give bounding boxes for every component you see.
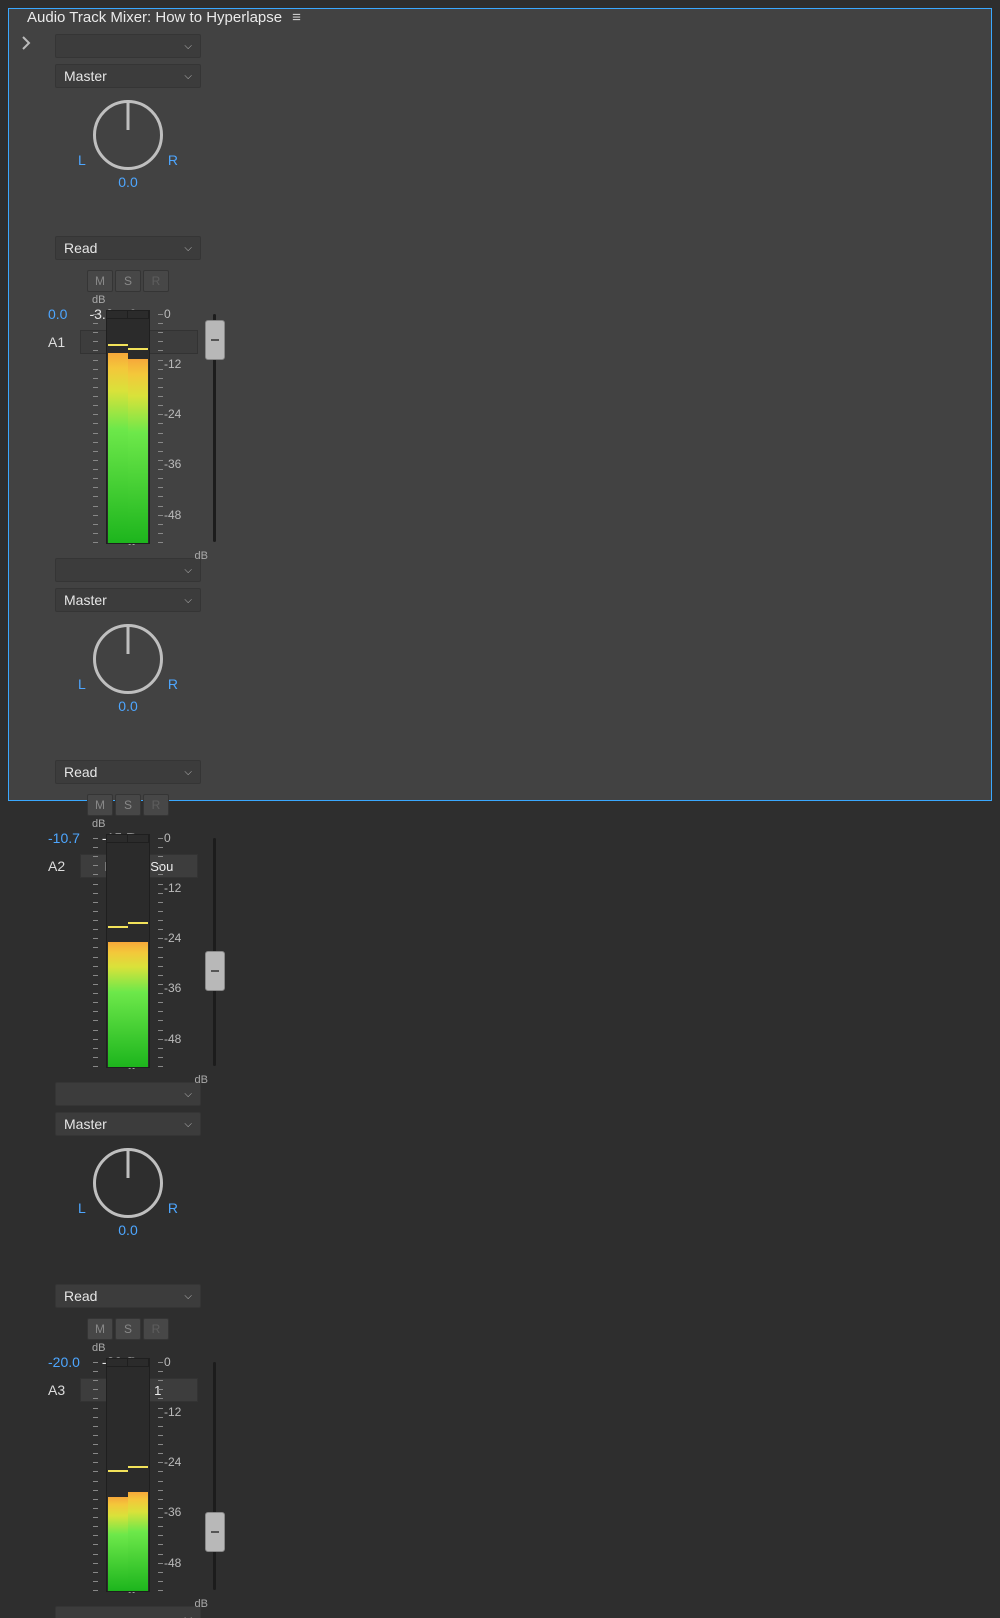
db-label: dB [164, 1074, 208, 1086]
pan-right-label: R [168, 152, 178, 168]
track-A2: ⌵ Master⌵ L R 0.0 Read⌵ M S R dB 630-3-12… [43, 558, 213, 1618]
pan-left-label: L [78, 152, 86, 168]
pan-value[interactable]: 0.0 [118, 174, 137, 190]
db-label: dB [92, 294, 136, 306]
volume-fader[interactable] [205, 1512, 225, 1552]
pan-left-label: L [78, 676, 86, 692]
pan-left-label: L [78, 1200, 86, 1216]
level-meter [106, 310, 150, 544]
pan-knob[interactable] [93, 624, 163, 694]
track-A3: ⌵ Master⌵ L R 0.0 Read⌵ M S R dB 630-3-12… [43, 1082, 213, 1618]
mute-button[interactable]: M [87, 794, 113, 816]
db-label: dB [92, 1342, 136, 1354]
automation-mode-dropdown[interactable]: Read⌵ [55, 1284, 201, 1308]
pan-value[interactable]: 0.0 [118, 1222, 137, 1238]
level-meter [106, 1358, 150, 1592]
audio-track-mixer-panel: Audio Track Mixer: How to Hyperlapse ≡ ⌵… [8, 8, 992, 801]
record-enable-button[interactable]: R [143, 1318, 169, 1340]
chevron-down-icon: ⌵ [184, 1119, 192, 1130]
chevron-down-icon: ⌵ [184, 41, 192, 52]
fader-scale: dB 630-3-12-21-∞ [48, 300, 92, 558]
fader-scale: dB 630-3-12-21-∞ [48, 824, 92, 1082]
pan-value[interactable]: 0.0 [118, 698, 137, 714]
chevron-down-icon: ⌵ [184, 595, 192, 606]
record-enable-button[interactable]: R [143, 270, 169, 292]
output-routing-dropdown[interactable]: Master⌵ [55, 64, 201, 88]
pan-knob[interactable] [93, 1148, 163, 1218]
volume-fader[interactable] [205, 320, 225, 360]
panel-header: Audio Track Mixer: How to Hyperlapse ≡ [9, 9, 991, 26]
db-label: dB [164, 550, 208, 562]
pan-knob[interactable] [93, 100, 163, 170]
send-assignment-dropdown[interactable]: ⌵ [55, 34, 201, 58]
meter-scale: dB 0-12-24-36-48 [164, 824, 208, 1082]
track-A1: ⌵ Master⌵ L R 0.0 Read⌵ M S R dB 630-3-12… [43, 34, 213, 1618]
automation-mode-dropdown[interactable]: Read⌵ [55, 236, 201, 260]
pan-right-label: R [168, 676, 178, 692]
chevron-down-icon: ⌵ [184, 71, 192, 82]
chevron-down-icon: ⌵ [184, 1613, 192, 1618]
chevron-down-icon: ⌵ [184, 767, 192, 778]
chevron-down-icon: ⌵ [184, 243, 192, 254]
record-enable-button[interactable]: R [143, 794, 169, 816]
automation-mode-dropdown[interactable]: Read⌵ [55, 760, 201, 784]
solo-button[interactable]: S [115, 794, 141, 816]
solo-button[interactable]: S [115, 270, 141, 292]
meter-scale: dB 0-12-24-36-48 [164, 1348, 208, 1606]
mute-button[interactable]: M [87, 270, 113, 292]
chevron-down-icon: ⌵ [184, 1291, 192, 1302]
meter-scale: dB 0-12-24-36-48 [164, 300, 208, 558]
db-label: dB [92, 818, 136, 830]
panel-title: Audio Track Mixer: How to Hyperlapse [27, 9, 282, 26]
db-label: dB [164, 1598, 208, 1610]
expand-effects-toggle[interactable] [21, 36, 31, 50]
output-routing-dropdown[interactable]: Master⌵ [55, 1112, 201, 1136]
mute-button[interactable]: M [87, 1318, 113, 1340]
panel-menu-icon[interactable]: ≡ [292, 9, 301, 26]
pan-right-label: R [168, 1200, 178, 1216]
fader-scale: dB 630-3-12-21-∞ [48, 1348, 92, 1606]
chevron-down-icon: ⌵ [184, 1089, 192, 1100]
solo-button[interactable]: S [115, 1318, 141, 1340]
volume-fader[interactable] [205, 951, 225, 991]
output-routing-dropdown[interactable]: Master⌵ [55, 588, 201, 612]
level-meter [106, 834, 150, 1068]
chevron-down-icon: ⌵ [184, 565, 192, 576]
